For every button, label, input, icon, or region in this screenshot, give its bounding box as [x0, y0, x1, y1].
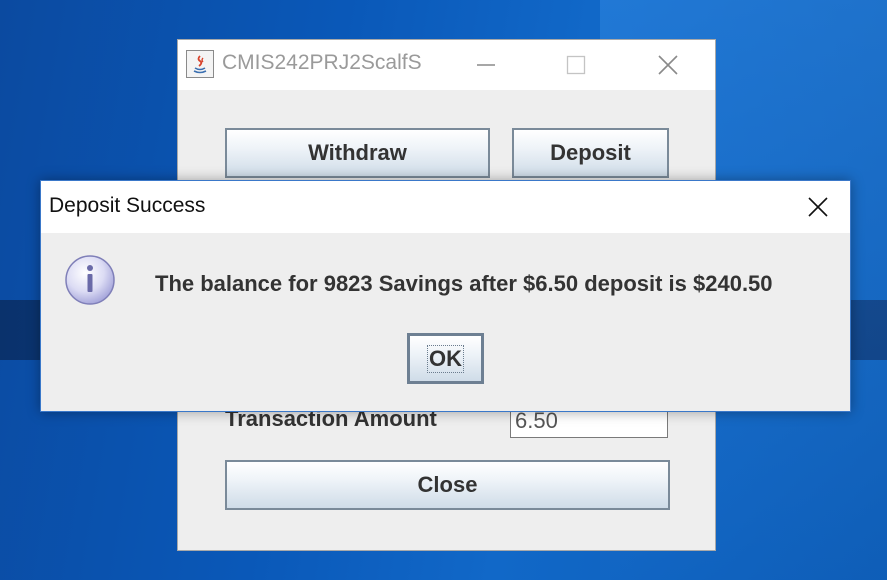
dialog-message: The balance for 9823 Savings after $6.50…	[155, 271, 773, 296]
maximize-icon[interactable]	[556, 48, 596, 82]
withdraw-button[interactable]: Withdraw	[225, 128, 490, 178]
minimize-icon[interactable]	[466, 48, 506, 82]
dialog-title: Deposit Success	[49, 194, 206, 217]
close-button[interactable]: Close	[225, 460, 670, 510]
close-icon[interactable]	[648, 48, 688, 82]
close-icon[interactable]	[800, 189, 836, 225]
ok-button-label: OK	[427, 344, 464, 373]
main-title-bar[interactable]: CMIS242PRJ2ScalfS	[178, 40, 715, 90]
dialog-title-bar[interactable]: Deposit Success	[41, 181, 850, 233]
deposit-button[interactable]: Deposit	[512, 128, 669, 178]
main-window-title: CMIS242PRJ2ScalfS	[222, 51, 422, 74]
java-app-icon	[186, 50, 214, 78]
ok-button[interactable]: OK	[407, 333, 484, 384]
info-icon	[63, 253, 117, 307]
deposit-success-dialog: Deposit Success The balance for 9823 Sav…	[40, 180, 851, 412]
